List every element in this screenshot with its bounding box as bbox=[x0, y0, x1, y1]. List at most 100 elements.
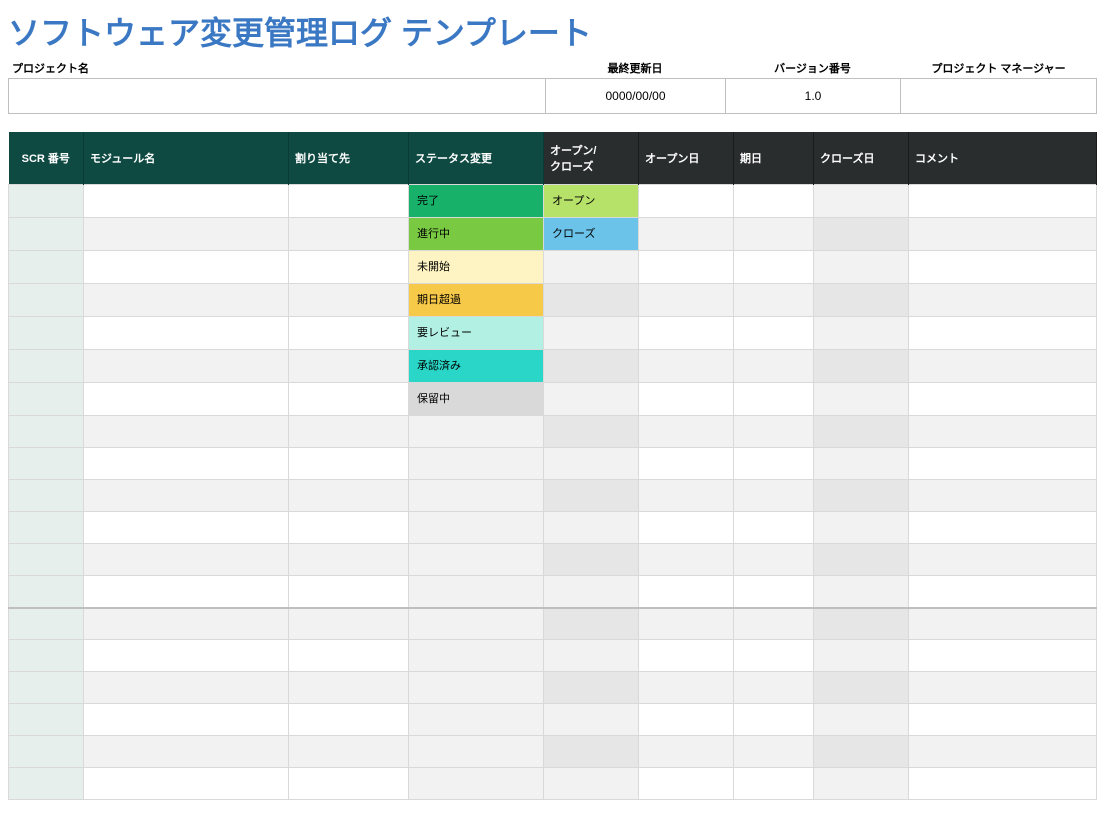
value-manager[interactable] bbox=[901, 79, 1096, 113]
value-project[interactable] bbox=[9, 79, 546, 113]
cell[interactable] bbox=[544, 480, 639, 512]
cell[interactable] bbox=[909, 576, 1097, 608]
openclose-chip[interactable]: クローズ bbox=[544, 218, 638, 250]
cell[interactable] bbox=[84, 768, 289, 800]
cell[interactable] bbox=[814, 512, 909, 544]
status-chip[interactable]: 保留中 bbox=[409, 383, 543, 415]
cell[interactable] bbox=[544, 672, 639, 704]
cell[interactable] bbox=[289, 185, 409, 218]
cell[interactable] bbox=[909, 768, 1097, 800]
cell[interactable] bbox=[639, 608, 734, 640]
cell[interactable] bbox=[9, 576, 84, 608]
cell[interactable] bbox=[9, 317, 84, 350]
status-chip[interactable]: 未開始 bbox=[409, 251, 543, 283]
cell[interactable] bbox=[289, 736, 409, 768]
cell[interactable] bbox=[84, 704, 289, 736]
cell[interactable] bbox=[814, 284, 909, 317]
cell[interactable] bbox=[84, 317, 289, 350]
cell[interactable] bbox=[639, 672, 734, 704]
cell[interactable] bbox=[409, 480, 544, 512]
cell[interactable] bbox=[9, 251, 84, 284]
cell[interactable] bbox=[734, 704, 814, 736]
cell[interactable] bbox=[9, 416, 84, 448]
cell[interactable] bbox=[544, 576, 639, 608]
cell[interactable] bbox=[289, 768, 409, 800]
cell[interactable] bbox=[9, 448, 84, 480]
cell[interactable] bbox=[814, 383, 909, 416]
cell[interactable] bbox=[409, 448, 544, 480]
cell[interactable] bbox=[84, 544, 289, 576]
cell[interactable] bbox=[909, 350, 1097, 383]
cell[interactable]: 進行中 bbox=[409, 218, 544, 251]
cell[interactable] bbox=[409, 704, 544, 736]
cell[interactable] bbox=[639, 218, 734, 251]
cell[interactable] bbox=[909, 383, 1097, 416]
cell[interactable] bbox=[734, 448, 814, 480]
cell[interactable] bbox=[814, 608, 909, 640]
openclose-chip[interactable]: オープン bbox=[544, 185, 638, 217]
cell[interactable] bbox=[814, 736, 909, 768]
cell[interactable] bbox=[639, 448, 734, 480]
cell[interactable] bbox=[9, 768, 84, 800]
cell[interactable] bbox=[909, 448, 1097, 480]
cell[interactable] bbox=[9, 350, 84, 383]
cell[interactable] bbox=[544, 704, 639, 736]
cell[interactable] bbox=[9, 480, 84, 512]
cell[interactable] bbox=[909, 736, 1097, 768]
cell[interactable]: 要レビュー bbox=[409, 317, 544, 350]
cell[interactable] bbox=[639, 736, 734, 768]
cell[interactable]: 未開始 bbox=[409, 251, 544, 284]
cell[interactable] bbox=[409, 416, 544, 448]
cell[interactable] bbox=[734, 736, 814, 768]
cell[interactable] bbox=[734, 383, 814, 416]
cell[interactable] bbox=[289, 640, 409, 672]
cell[interactable] bbox=[909, 672, 1097, 704]
cell[interactable] bbox=[909, 218, 1097, 251]
cell[interactable] bbox=[9, 383, 84, 416]
cell[interactable] bbox=[84, 251, 289, 284]
cell[interactable] bbox=[814, 672, 909, 704]
cell[interactable] bbox=[734, 608, 814, 640]
cell[interactable] bbox=[639, 640, 734, 672]
cell[interactable] bbox=[289, 544, 409, 576]
cell[interactable] bbox=[734, 251, 814, 284]
cell[interactable] bbox=[639, 251, 734, 284]
cell[interactable] bbox=[9, 218, 84, 251]
cell[interactable] bbox=[814, 576, 909, 608]
cell[interactable] bbox=[84, 672, 289, 704]
cell[interactable] bbox=[909, 185, 1097, 218]
cell[interactable] bbox=[814, 768, 909, 800]
cell[interactable] bbox=[289, 448, 409, 480]
cell[interactable] bbox=[9, 640, 84, 672]
cell[interactable] bbox=[544, 284, 639, 317]
cell[interactable] bbox=[734, 640, 814, 672]
cell[interactable] bbox=[639, 350, 734, 383]
cell[interactable]: 保留中 bbox=[409, 383, 544, 416]
cell[interactable] bbox=[814, 416, 909, 448]
cell[interactable] bbox=[639, 383, 734, 416]
cell[interactable] bbox=[289, 512, 409, 544]
cell[interactable] bbox=[289, 416, 409, 448]
cell[interactable] bbox=[289, 480, 409, 512]
cell[interactable] bbox=[814, 480, 909, 512]
cell[interactable] bbox=[84, 512, 289, 544]
status-chip[interactable]: 進行中 bbox=[409, 218, 543, 250]
cell[interactable] bbox=[909, 608, 1097, 640]
cell[interactable] bbox=[409, 736, 544, 768]
cell[interactable] bbox=[814, 704, 909, 736]
cell[interactable] bbox=[289, 251, 409, 284]
cell[interactable] bbox=[734, 185, 814, 218]
status-chip[interactable]: 完了 bbox=[409, 185, 543, 217]
cell[interactable] bbox=[734, 416, 814, 448]
cell[interactable] bbox=[289, 576, 409, 608]
cell[interactable] bbox=[639, 704, 734, 736]
cell[interactable] bbox=[639, 185, 734, 218]
cell[interactable] bbox=[409, 576, 544, 608]
cell[interactable] bbox=[639, 544, 734, 576]
cell[interactable] bbox=[814, 251, 909, 284]
cell[interactable] bbox=[814, 218, 909, 251]
cell[interactable]: クローズ bbox=[544, 218, 639, 251]
value-version[interactable]: 1.0 bbox=[726, 79, 901, 113]
cell[interactable] bbox=[814, 544, 909, 576]
cell[interactable] bbox=[639, 512, 734, 544]
